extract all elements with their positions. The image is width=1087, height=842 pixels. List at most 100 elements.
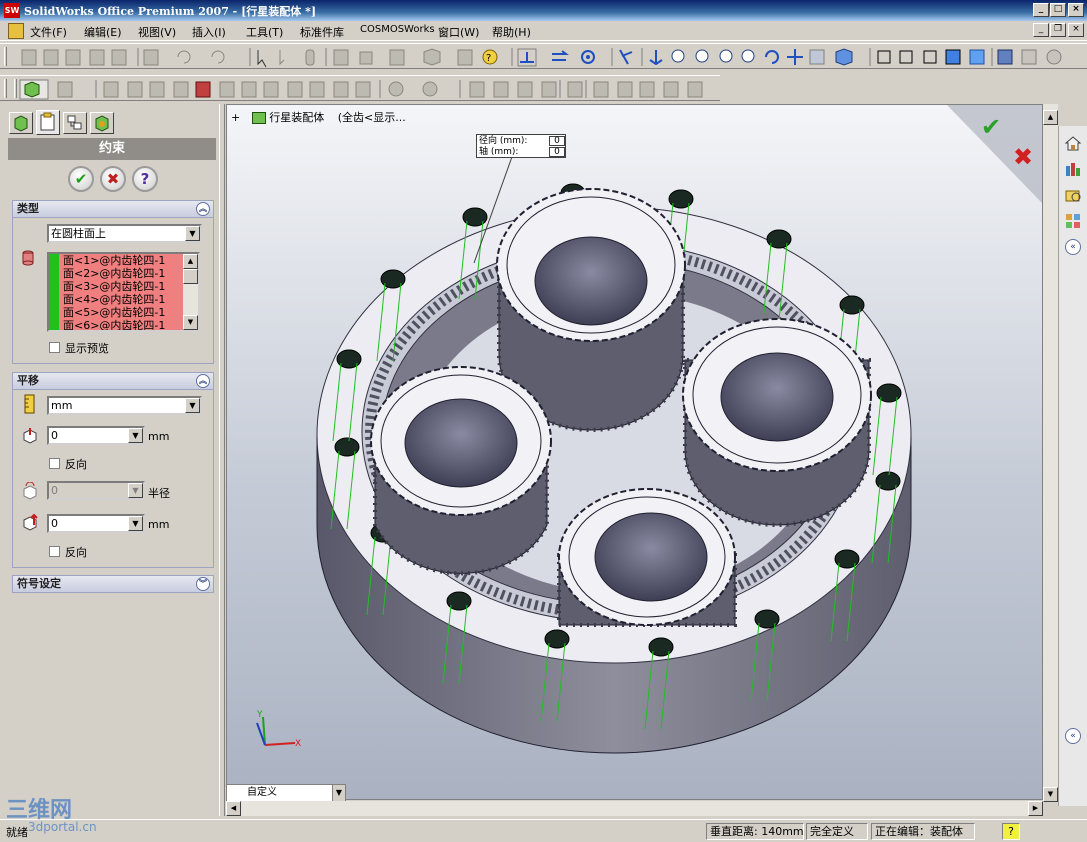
property-manager-title: 约束 — [8, 138, 216, 160]
axial-label: 轴 (mm): — [479, 147, 519, 157]
close-button[interactable]: × — [1068, 3, 1084, 17]
display-manager-tab[interactable] — [90, 112, 114, 134]
menu-insert[interactable]: 插入(I) — [192, 24, 226, 40]
list-item[interactable]: 面<1>@内齿轮四-1 — [49, 254, 198, 267]
distance1-input[interactable]: 0 ▼ — [47, 426, 145, 445]
file-explorer-icon[interactable] — [1064, 186, 1082, 204]
assembly-toolbar-icons[interactable] — [0, 76, 720, 102]
list-item[interactable]: 面<4>@内齿轮四-1 — [49, 293, 198, 306]
chevron-down-icon[interactable]: ▼ — [332, 785, 345, 801]
list-item[interactable]: 面<2>@内齿轮四-1 — [49, 267, 198, 280]
dimension-callout[interactable]: 径向 (mm): 0 轴 (mm): 0 — [476, 134, 566, 158]
menu-cosmosworks[interactable]: COSMOSWorks — [360, 24, 435, 35]
document-icon[interactable] — [8, 23, 24, 39]
window-title: SolidWorks Office Premium 2007 - [行星装配体 … — [24, 5, 317, 18]
configuration-value: 自定义 — [247, 787, 277, 798]
collapse-icon[interactable]: ︽ — [196, 374, 210, 388]
gear-assembly-model[interactable]: ✔ ✖ X Y — [227, 105, 1043, 800]
doc-close-button[interactable]: × — [1068, 23, 1084, 37]
chevron-down-icon[interactable]: ▼ — [128, 516, 143, 531]
scroll-left-icon[interactable]: ◀ — [226, 801, 241, 816]
menu-file[interactable]: 文件(F) — [30, 24, 67, 40]
menu-tools[interactable]: 工具(T) — [246, 24, 283, 40]
maximize-button[interactable]: □ — [1050, 3, 1066, 17]
solidworks-app-icon[interactable]: SW — [4, 3, 20, 18]
feature-manager-tab[interactable] — [9, 112, 33, 134]
menu-view[interactable]: 视图(V) — [138, 24, 176, 40]
menu-help[interactable]: 帮助(H) — [492, 24, 531, 40]
cancel-button[interactable]: ✖ — [100, 166, 126, 192]
display-manager-icon — [95, 115, 109, 132]
vertical-scrollbar[interactable]: ▲ ▼ — [1043, 104, 1058, 802]
minimize-button[interactable]: _ — [1033, 3, 1049, 17]
unit-select[interactable]: mm ▼ — [47, 396, 202, 415]
scroll-down-icon[interactable]: ▼ — [183, 315, 198, 330]
graphics-viewport[interactable]: + 行星装配体 (全齿<显示... ✔ ✖ X Y 径向 (mm): 0 轴 (… — [226, 104, 1043, 800]
ok-button[interactable]: ✔ — [68, 166, 94, 192]
show-preview-checkbox[interactable] — [49, 342, 60, 353]
mate-type-select[interactable]: 在圆柱面上 ▼ — [47, 224, 202, 243]
confirm-ok-icon[interactable]: ✔ — [981, 113, 1001, 141]
menu-window[interactable]: 窗口(W) — [438, 24, 479, 40]
home-icon[interactable] — [1064, 134, 1082, 152]
confirm-cancel-icon[interactable]: ✖ — [1013, 143, 1033, 171]
type-group-header[interactable]: 类型 ︽ — [12, 200, 214, 218]
assembly-toolbar — [0, 75, 720, 101]
cylinder-face-icon — [22, 250, 34, 266]
radius-unit: 半径 — [148, 487, 170, 500]
symbol-group-header[interactable]: 符号设定 ︾ — [12, 575, 214, 593]
collapse-left-icon[interactable]: « — [1065, 239, 1081, 255]
distance2-value: 0 — [51, 517, 58, 530]
doc-restore-button[interactable]: ❐ — [1050, 23, 1066, 37]
list-item[interactable]: 面<3>@内齿轮四-1 — [49, 280, 198, 293]
reverse2-checkbox[interactable] — [49, 546, 60, 557]
scroll-down-icon[interactable]: ▼ — [1043, 787, 1058, 802]
design-library-icon[interactable] — [1064, 160, 1082, 178]
horizontal-scrollbar[interactable]: ◀ ▶ — [226, 801, 1043, 816]
radius-value: 0 — [51, 484, 58, 497]
translation-group-header[interactable]: 平移 ︽ — [12, 372, 214, 390]
scroll-thumb[interactable] — [183, 269, 198, 284]
status-editing: 正在编辑：装配体 — [871, 823, 975, 840]
distance1-unit: mm — [148, 430, 170, 443]
menu-edit[interactable]: 编辑(E) — [84, 24, 122, 40]
reverse1-checkbox[interactable] — [49, 458, 60, 469]
scroll-up-icon[interactable]: ▲ — [183, 254, 198, 269]
configuration-select[interactable]: 自定义 ▼ — [226, 784, 346, 802]
configuration-manager-tab[interactable] — [63, 112, 87, 134]
chevron-down-icon[interactable]: ▼ — [185, 226, 200, 241]
expand-icon[interactable]: ︾ — [196, 577, 210, 591]
mate-type-value: 在圆柱面上 — [51, 227, 106, 240]
view-palette-icon[interactable] — [1064, 212, 1082, 230]
type-group-title: 类型 — [17, 202, 39, 215]
scroll-right-icon[interactable]: ▶ — [1028, 801, 1043, 816]
selected-faces-list[interactable]: 面<1>@内齿轮四-1 面<2>@内齿轮四-1 面<3>@内齿轮四-1 面<4>… — [47, 252, 200, 332]
list-item[interactable]: 面<5>@内齿轮四-1 — [49, 306, 198, 319]
title-bar: SW SolidWorks Office Premium 2007 - [行星装… — [0, 0, 1087, 21]
radial-value[interactable]: 0 — [549, 136, 565, 146]
status-distance: 垂直距离: 140mm — [706, 823, 804, 840]
menu-bar: 文件(F) 编辑(E) 视图(V) 插入(I) 工具(T) 标准件库 COSMO… — [0, 21, 1087, 41]
status-definition: 完全定义 — [806, 823, 868, 840]
axial-value[interactable]: 0 — [549, 147, 565, 157]
unit-value: mm — [51, 399, 73, 412]
chevron-down-icon[interactable]: ▼ — [185, 398, 200, 413]
collapse-icon[interactable]: ︽ — [196, 202, 210, 216]
distance2-input[interactable]: 0 ▼ — [47, 514, 145, 533]
status-help-icon[interactable]: ? — [1002, 823, 1020, 840]
list-item[interactable]: 面<6>@内齿轮四-1 — [49, 319, 198, 330]
property-manager-tab[interactable] — [36, 110, 60, 135]
panel-splitter[interactable] — [219, 104, 225, 816]
collapse-left-icon[interactable]: « — [1065, 728, 1081, 744]
type-group-body: 在圆柱面上 ▼ 面<1>@内齿轮四-1 面<2>@内齿轮四-1 面<3>@内齿轮… — [12, 218, 214, 364]
scroll-up-icon[interactable]: ▲ — [1043, 110, 1058, 125]
list-scrollbar[interactable]: ▲ ▼ — [183, 254, 198, 330]
doc-minimize-button[interactable]: _ — [1033, 23, 1049, 37]
chevron-down-icon[interactable]: ▼ — [128, 428, 143, 443]
translation-group-title: 平移 — [17, 374, 39, 387]
menu-standard-library[interactable]: 标准件库 — [300, 24, 344, 40]
svg-text:?: ? — [486, 53, 491, 64]
help-button[interactable]: ? — [132, 166, 158, 192]
standard-toolbar-icons[interactable]: ? — [0, 44, 1087, 70]
status-ready: 就绪 — [6, 826, 28, 839]
